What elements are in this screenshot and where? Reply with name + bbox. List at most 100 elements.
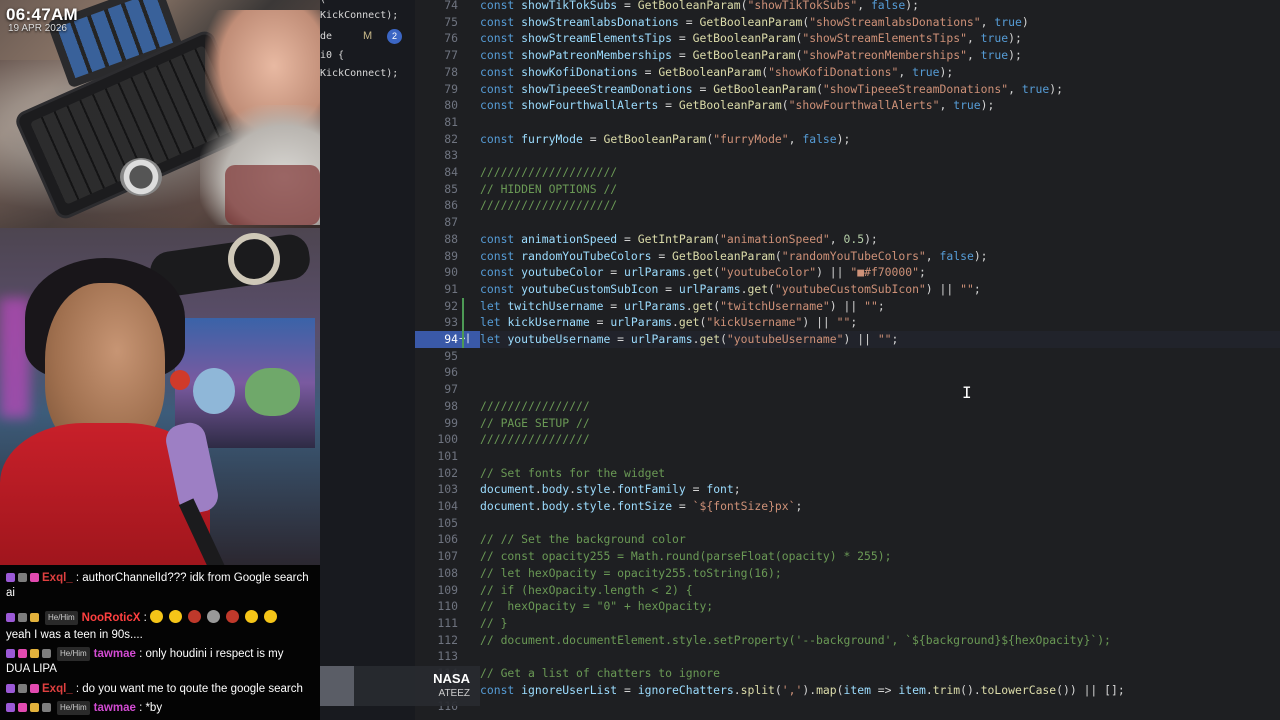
line-number: 86: [444, 198, 458, 213]
code-line[interactable]: 102 // Set fonts for the widget: [415, 465, 1280, 482]
code-text: // hexOpacity = "0" + hexOpacity;: [480, 599, 714, 614]
code-line[interactable]: 100 ////////////////: [415, 431, 1280, 448]
code-line[interactable]: 116: [415, 698, 1280, 715]
code-line[interactable]: 108 // let hexOpacity = opacity255.toStri…: [415, 565, 1280, 582]
code-text: ////////////////////: [480, 165, 618, 179]
badge-icon: [30, 613, 39, 622]
chat-text: : do you want me to qoute the google sea…: [75, 683, 303, 695]
line-number: 110: [437, 599, 458, 614]
code-line[interactable]: 97: [415, 381, 1280, 398]
line-number: 83: [444, 148, 458, 163]
code-line[interactable]: 80 const showFourthwallAlerts = GetBoolea…: [415, 97, 1280, 114]
code-line[interactable]: 110 // hexOpacity = "0" + hexOpacity;: [415, 598, 1280, 615]
problems-count-badge: 2: [387, 29, 402, 44]
line-number: 93: [444, 315, 458, 330]
badge-icon: [18, 649, 27, 658]
line-number: 85: [444, 181, 458, 196]
code-line[interactable]: 95: [415, 348, 1280, 365]
chat-username: tawmae: [93, 702, 136, 714]
pronoun-tag: He/Him: [57, 647, 90, 661]
line-number: 96: [444, 365, 458, 380]
code-line[interactable]: 77 const showPatreonMemberships = GetBool…: [415, 47, 1280, 64]
code-line[interactable]: 74 const showTikTokSubs = GetBooleanParam…: [415, 0, 1280, 14]
code-line[interactable]: 75 const showStreamlabsDonations = GetBoo…: [415, 14, 1280, 31]
line-number: 78: [444, 64, 458, 79]
subscriber-badge-icon: [6, 573, 15, 582]
code-line[interactable]: 103 document.body.style.fontFamily = font…: [415, 481, 1280, 498]
code-line[interactable]: 111 // }: [415, 615, 1280, 632]
chat-overlay: Exql_ : authorChannelId??? idk from Goog…: [0, 565, 320, 720]
chat-message: He/Him NooRoticX :: [6, 610, 280, 625]
code-line[interactable]: 113: [415, 648, 1280, 665]
code-text: const furryMode = GetBooleanParam("furry…: [480, 131, 851, 146]
code-line[interactable]: 105: [415, 515, 1280, 532]
code-line[interactable]: 83: [415, 147, 1280, 164]
code-line[interactable]: 115const ignoreUserList = ignoreChatters…: [415, 682, 1280, 699]
code-line[interactable]: 76 const showStreamElementsTips = GetBool…: [415, 30, 1280, 47]
subscriber-badge-icon: [6, 684, 15, 693]
stream-clock: 06:47AM: [6, 5, 79, 24]
code-line[interactable]: 81: [415, 114, 1280, 131]
line-number: 102: [437, 465, 458, 480]
code-line[interactable]: 101: [415, 448, 1280, 465]
code-line[interactable]: 90 const youtubeColor = urlParams.get("yo…: [415, 264, 1280, 281]
code-line[interactable]: 107 // const opacity255 = Math.round(pars…: [415, 548, 1280, 565]
code-text: document.body.style.fontFamily = font;: [480, 482, 741, 497]
subscriber-badge-icon: [6, 703, 15, 712]
code-line[interactable]: 94 →| let youtubeUsername = urlParams.get(…: [415, 331, 1280, 348]
chat-message-continuation: DUA LIPA: [6, 663, 57, 675]
explorer-row[interactable]: KickConnect);: [320, 68, 398, 79]
explorer-row[interactable]: KickConnect);: [320, 10, 398, 21]
code-line[interactable]: 109 // if (hexOpacity.length < 2) {: [415, 582, 1280, 599]
explorer-row[interactable]: i0 {: [320, 50, 344, 61]
code-editor[interactable]: 74 const showTikTokSubs = GetBooleanParam…: [415, 0, 1280, 720]
line-number: 100: [437, 432, 458, 447]
explorer-row[interactable]: (: [320, 0, 326, 5]
code-line[interactable]: 89 const randomYouTubeColors = GetBoolean…: [415, 248, 1280, 265]
line-number: 84: [444, 165, 458, 179]
code-text: const randomYouTubeColors = GetBooleanPa…: [480, 248, 988, 263]
code-line[interactable]: 114// Get a list of chatters to ignore: [415, 665, 1280, 682]
file-explorer-panel: ( KickConnect); de i0 { KickConnect);: [320, 0, 415, 720]
code-line[interactable]: 79 const showTipeeeStreamDonations = GetB…: [415, 81, 1280, 98]
subscriber-badge-icon: [6, 613, 15, 622]
chat-text: :: [143, 612, 147, 624]
code-line[interactable]: 112 // document.documentElement.style.set…: [415, 632, 1280, 649]
code-line[interactable]: 82 const furryMode = GetBooleanParam("fur…: [415, 131, 1280, 148]
code-line[interactable]: 88 const animationSpeed = GetIntParam("an…: [415, 231, 1280, 248]
code-line[interactable]: 85 // HIDDEN OPTIONS //: [415, 181, 1280, 198]
line-number: 75: [444, 14, 458, 29]
code-line[interactable]: 93 let kickUsername = urlParams.get("kick…: [415, 314, 1280, 331]
code-text: const showKofiDonations = GetBooleanPara…: [480, 64, 954, 79]
git-modified-indicator: M: [363, 30, 373, 42]
code-text: ////////////////////: [480, 198, 618, 213]
badge-icon: [30, 649, 39, 658]
line-number: 112: [437, 632, 458, 647]
code-text: const showStreamlabsDonations = GetBoole…: [480, 14, 1029, 29]
code-line[interactable]: 99 // PAGE SETUP //: [415, 415, 1280, 432]
line-number: 106: [437, 532, 458, 547]
code-line[interactable]: 104 document.body.style.fontSize = `${fon…: [415, 498, 1280, 515]
code-line[interactable]: 86 ////////////////////: [415, 197, 1280, 214]
code-line[interactable]: 87: [415, 214, 1280, 231]
code-line[interactable]: 106 // // Set the background color: [415, 531, 1280, 548]
now-playing-widget: NASA ATEEZ: [320, 666, 480, 706]
line-number: 91: [444, 281, 458, 296]
line-number: 80: [444, 98, 458, 113]
badge-icon: [30, 703, 39, 712]
code-line[interactable]: 92 let twitchUsername = urlParams.get("tw…: [415, 298, 1280, 315]
code-line[interactable]: 78 const showKofiDonations = GetBooleanPa…: [415, 64, 1280, 81]
code-text: // document.documentElement.style.setPro…: [480, 632, 1111, 647]
code-line[interactable]: 96: [415, 364, 1280, 381]
chat-message: Exql_ : authorChannelId??? idk from Goog…: [6, 571, 309, 585]
chat-message: Exql_ : do you want me to qoute the goog…: [6, 682, 303, 696]
text-cursor-icon: I: [962, 383, 972, 402]
code-line[interactable]: 84 ////////////////////: [415, 164, 1280, 181]
code-line[interactable]: 91 const youtubeCustomSubIcon = urlParams…: [415, 281, 1280, 298]
code-text: // Set fonts for the widget: [480, 465, 666, 480]
desk-camera-feed: 06:47AM 19 APR 2026: [0, 0, 320, 228]
badge-icon: [18, 613, 27, 622]
explorer-row[interactable]: de: [320, 31, 332, 42]
line-number: 111: [437, 615, 458, 630]
code-line[interactable]: 98 ////////////////: [415, 398, 1280, 415]
